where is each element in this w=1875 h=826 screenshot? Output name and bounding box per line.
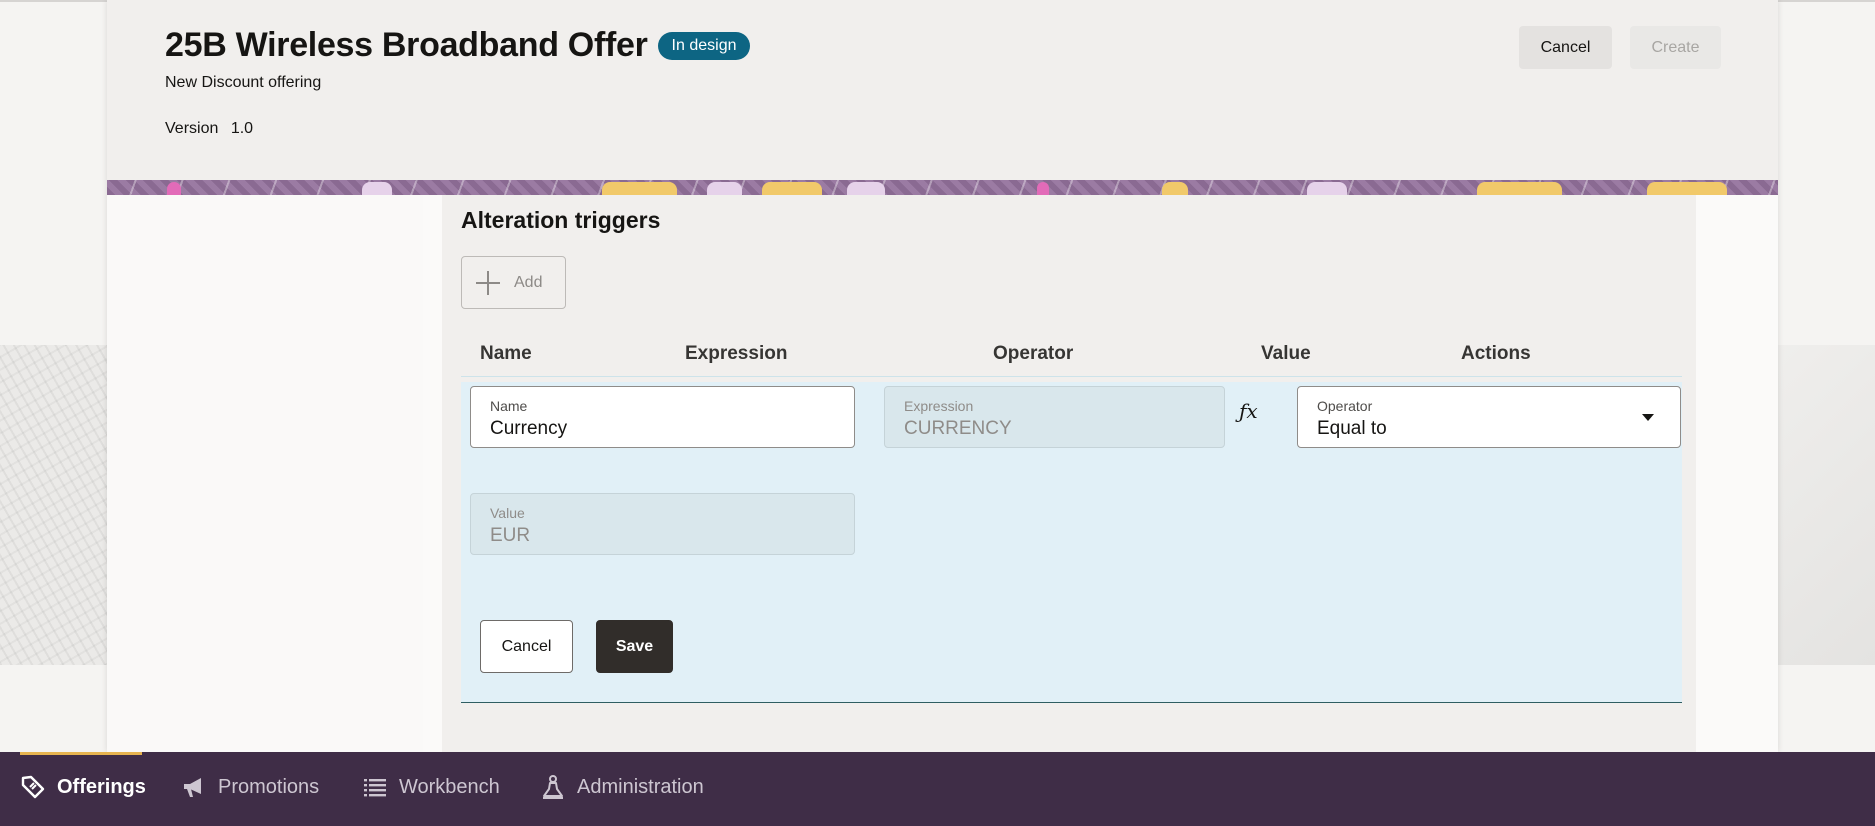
bottom-navigation-bar: Offerings Promotions Workbench Administr… bbox=[0, 752, 1875, 826]
page-subtitle: New Discount offering bbox=[165, 74, 322, 91]
value-field: Value EUR bbox=[470, 493, 855, 555]
add-trigger-button[interactable]: Add bbox=[461, 256, 566, 309]
megaphone-icon bbox=[181, 774, 207, 800]
nav-item-workbench[interactable]: Workbench bbox=[362, 774, 500, 800]
version-info: Version 1.0 bbox=[165, 120, 253, 138]
version-value: 1.0 bbox=[230, 120, 254, 137]
expression-field-value: CURRENCY bbox=[904, 418, 1012, 439]
nav-item-offerings[interactable]: Offerings bbox=[20, 774, 146, 800]
offer-editor-shell: 25B Wireless Broadband Offer In design N… bbox=[107, 0, 1778, 752]
page-title: 25B Wireless Broadband Offer bbox=[165, 26, 648, 64]
operator-select-label: Operator bbox=[1317, 398, 1373, 414]
column-header-operator: Operator bbox=[993, 343, 1074, 364]
column-header-value: Value bbox=[1261, 343, 1311, 364]
left-navigation-rail bbox=[107, 195, 423, 752]
cancel-button[interactable]: Cancel bbox=[1519, 26, 1612, 69]
column-header-actions: Actions bbox=[1461, 343, 1531, 364]
nav-item-promotions[interactable]: Promotions bbox=[181, 774, 319, 800]
name-field[interactable]: Name Currency bbox=[470, 386, 855, 448]
expression-field-label: Expression bbox=[904, 398, 974, 414]
expression-builder-icon[interactable]: ƒx bbox=[1239, 399, 1258, 423]
table-header: Name Expression Operator Value Actions bbox=[461, 329, 1682, 377]
operator-select-value: Equal to bbox=[1317, 418, 1387, 439]
tag-icon bbox=[20, 774, 46, 800]
nav-label-promotions: Promotions bbox=[218, 775, 320, 798]
plus-icon bbox=[476, 270, 500, 295]
page-header: 25B Wireless Broadband Offer In design N… bbox=[107, 0, 1778, 180]
name-field-label: Name bbox=[490, 398, 528, 414]
column-header-expression: Expression bbox=[685, 343, 788, 364]
operator-select[interactable]: Operator Equal to bbox=[1297, 386, 1681, 448]
add-button-label: Add bbox=[514, 273, 543, 291]
title-row: 25B Wireless Broadband Offer In design bbox=[165, 26, 751, 65]
background-pattern-left bbox=[0, 345, 107, 665]
section-title: Alteration triggers bbox=[461, 207, 661, 233]
value-field-value: EUR bbox=[490, 525, 531, 546]
value-field-label: Value bbox=[490, 505, 525, 521]
version-label: Version bbox=[165, 120, 219, 137]
status-badge: In design bbox=[657, 31, 751, 60]
main-content: Alteration triggers Add Name Expression … bbox=[107, 195, 1778, 752]
nav-label-workbench: Workbench bbox=[399, 775, 500, 798]
list-icon bbox=[362, 774, 388, 800]
chevron-down-icon[interactable] bbox=[1642, 414, 1654, 421]
row-save-button[interactable]: Save bbox=[596, 620, 673, 673]
alteration-triggers-panel: Alteration triggers Add Name Expression … bbox=[442, 195, 1696, 752]
admin-flask-icon bbox=[540, 774, 566, 800]
nav-label-administration: Administration bbox=[577, 775, 704, 798]
decorative-banner bbox=[107, 180, 1778, 195]
row-cancel-button[interactable]: Cancel bbox=[480, 620, 573, 673]
column-header-name: Name bbox=[480, 343, 532, 364]
expression-field: Expression CURRENCY bbox=[884, 386, 1225, 448]
name-field-value: Currency bbox=[490, 418, 568, 439]
background-pattern-right bbox=[1778, 345, 1875, 665]
create-button[interactable]: Create bbox=[1630, 26, 1721, 69]
trigger-edit-row: Name Currency Expression CURRENCY ƒx Ope… bbox=[461, 382, 1682, 703]
nav-label-offerings: Offerings bbox=[57, 775, 146, 798]
active-nav-indicator bbox=[20, 752, 142, 755]
nav-item-administration[interactable]: Administration bbox=[540, 774, 704, 800]
